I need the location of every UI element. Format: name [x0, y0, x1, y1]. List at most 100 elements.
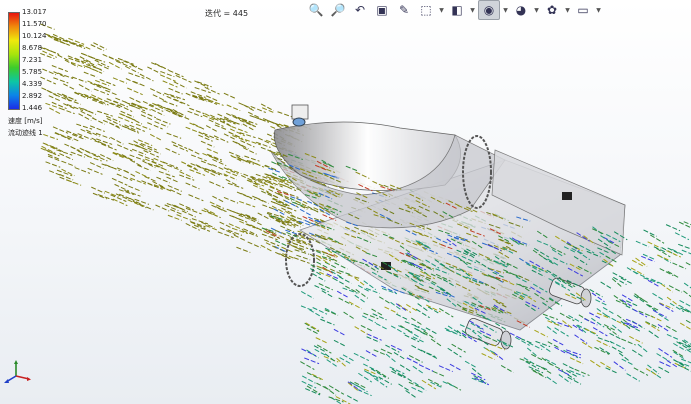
flow-arrow	[43, 142, 58, 151]
chevron-down-icon[interactable]: ▼	[469, 1, 476, 19]
flow-arrow	[686, 348, 691, 353]
flow-arrow	[212, 195, 226, 204]
flow-arrow	[613, 361, 626, 371]
flow-arrow	[110, 136, 124, 145]
flow-arrow	[500, 364, 514, 373]
flow-arrow	[94, 140, 110, 147]
graphics-viewport[interactable]	[0, 0, 691, 404]
flow-arrow	[645, 321, 660, 332]
flow-arrow	[112, 198, 128, 207]
view-settings-icon[interactable]: ▭	[573, 1, 593, 19]
flow-arrow	[311, 373, 325, 381]
flow-arrow	[101, 143, 117, 151]
flow-arrow	[97, 110, 113, 117]
chevron-down-icon[interactable]: ▼	[438, 1, 445, 19]
flow-arrow	[658, 366, 670, 374]
flow-arrow	[642, 253, 656, 261]
flow-arrow	[366, 336, 380, 343]
flow-arrow	[135, 170, 150, 179]
flow-arrow	[228, 151, 243, 158]
flow-arrow	[223, 92, 237, 100]
flow-arrow	[133, 80, 147, 88]
hide-show-items-icon[interactable]: ◉	[478, 0, 500, 20]
zoom-to-area-icon[interactable]: 🔎	[328, 1, 348, 19]
flow-arrow	[159, 74, 176, 82]
flow-arrow	[336, 290, 350, 299]
flow-arrow	[189, 122, 203, 129]
flow-arrow	[255, 196, 269, 204]
flow-arrow	[230, 128, 245, 137]
flow-arrow	[124, 189, 141, 197]
flow-arrow	[531, 353, 544, 361]
flow-arrow	[151, 108, 165, 116]
flow-arrow	[250, 105, 266, 113]
flow-arrow	[631, 259, 644, 267]
legend-tick-label: 11.570	[22, 20, 47, 28]
view-orientation-icon[interactable]: ⬚	[416, 1, 436, 19]
flow-arrow	[546, 376, 558, 385]
flow-arrow	[141, 110, 157, 119]
flow-arrow	[102, 53, 117, 61]
flow-arrow	[312, 273, 326, 282]
flow-arrow	[366, 333, 382, 341]
flow-arrow	[239, 200, 256, 208]
flow-arrow	[600, 281, 613, 290]
stern-fitting	[562, 192, 572, 200]
edit-appearance-icon[interactable]: ◕	[511, 1, 531, 19]
flow-arrow	[158, 170, 175, 178]
flow-arrow	[328, 396, 344, 403]
flow-arrow	[100, 153, 114, 162]
flow-arrow	[569, 370, 585, 377]
legend-tick-label: 2.892	[22, 92, 43, 100]
section-view-icon[interactable]: ▣	[372, 1, 392, 19]
previous-view-icon[interactable]: ↶	[350, 1, 370, 19]
display-style-icon[interactable]: ◧	[447, 1, 467, 19]
flow-arrow	[678, 243, 691, 250]
flow-arrow	[206, 148, 220, 155]
flow-arrow	[665, 224, 681, 232]
flow-arrow	[464, 360, 476, 368]
flow-arrow	[109, 122, 123, 130]
flow-arrow	[568, 315, 583, 324]
flow-arrow	[405, 390, 418, 399]
flow-arrow	[534, 329, 548, 338]
flow-arrow	[668, 285, 683, 293]
flow-arrow	[231, 126, 248, 134]
flow-arrow	[217, 231, 234, 239]
flow-arrow	[660, 283, 673, 293]
flow-arrow	[574, 334, 588, 344]
flow-arrow	[92, 192, 108, 200]
flow-arrow	[645, 321, 660, 329]
chevron-down-icon[interactable]: ▼	[502, 1, 509, 19]
flow-arrow	[378, 296, 391, 304]
flow-arrow	[118, 189, 134, 196]
flow-arrow	[562, 363, 576, 370]
flow-arrow	[493, 351, 505, 362]
legend-quantity-label: 速度 [m/s]	[8, 117, 43, 125]
flow-arrow	[91, 117, 106, 125]
flow-arrow	[111, 177, 128, 186]
velocity-legend[interactable]: 13.017 11.570 10.124 8.678 7.231 5.785 4.339 2.…	[6, 8, 86, 138]
flow-arrow	[574, 368, 590, 376]
flow-arrow	[132, 200, 147, 209]
flow-arrow	[633, 295, 646, 303]
zoom-to-fit-icon[interactable]: 🔍	[306, 1, 326, 19]
flow-arrow	[162, 80, 178, 88]
flow-arrow	[147, 122, 163, 130]
apply-scene-icon[interactable]: ✿	[542, 1, 562, 19]
chevron-down-icon[interactable]: ▼	[533, 1, 540, 19]
dynamic-annotation-icon[interactable]: ✎	[394, 1, 414, 19]
flow-arrow	[136, 104, 151, 111]
flow-arrow	[611, 346, 625, 355]
chevron-down-icon[interactable]: ▼	[564, 1, 571, 19]
flow-arrow	[365, 350, 378, 358]
flow-arrow	[426, 352, 438, 360]
flow-arrow	[265, 242, 279, 250]
flow-arrow	[167, 164, 182, 172]
flow-arrow	[144, 175, 158, 183]
flow-arrow	[117, 144, 133, 152]
flow-arrow	[408, 354, 423, 363]
flow-arrow	[304, 322, 320, 333]
flow-arrow	[228, 223, 244, 231]
chevron-down-icon[interactable]: ▼	[595, 1, 602, 19]
